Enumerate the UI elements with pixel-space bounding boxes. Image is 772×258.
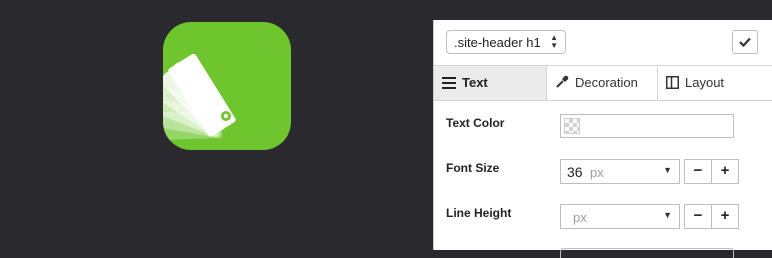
text-color-field[interactable] bbox=[560, 114, 734, 138]
paint-swatch-fan-icon bbox=[163, 53, 236, 141]
line-height-unit: px bbox=[573, 210, 587, 225]
line-height-increment-button[interactable]: + bbox=[711, 204, 739, 229]
font-size-label: Font Size bbox=[446, 161, 500, 175]
tab-text-label: Text bbox=[462, 75, 488, 90]
text-color-label: Text Color bbox=[446, 116, 505, 130]
eyedropper-icon bbox=[556, 75, 569, 88]
selector-dropdown[interactable]: .site-header h1 ▲ ▼ bbox=[446, 30, 566, 54]
chevron-down-icon: ▼ bbox=[663, 210, 672, 220]
checkmark-icon bbox=[739, 37, 751, 47]
font-size-decrement-button[interactable]: − bbox=[684, 159, 712, 184]
font-size-unit: px bbox=[590, 165, 604, 180]
font-size-value: 36 bbox=[567, 164, 583, 180]
tab-text[interactable]: Text bbox=[434, 66, 546, 100]
line-height-select[interactable]: px ▼ bbox=[560, 204, 680, 229]
selector-value: .site-header h1 bbox=[454, 35, 541, 50]
line-height-label: Line Height bbox=[446, 206, 512, 220]
tab-layout[interactable]: Layout bbox=[658, 66, 772, 100]
chevron-down-icon: ▼ bbox=[663, 165, 672, 175]
font-size-select[interactable]: 36 px ▼ bbox=[560, 159, 680, 184]
swatch-app-icon[interactable] bbox=[163, 22, 291, 150]
panel-toolbar: .site-header h1 ▲ ▼ bbox=[434, 20, 772, 65]
tab-decoration[interactable]: Decoration bbox=[547, 66, 657, 100]
tab-bar: Text Decoration Layout bbox=[434, 65, 772, 101]
tab-decoration-label: Decoration bbox=[575, 75, 638, 90]
line-height-decrement-button[interactable]: − bbox=[684, 204, 712, 229]
tab-layout-label: Layout bbox=[685, 75, 725, 90]
text-align-icon bbox=[442, 77, 456, 89]
layout-columns-icon bbox=[666, 76, 679, 89]
transparent-swatch-icon bbox=[564, 118, 580, 134]
confirm-button[interactable] bbox=[732, 30, 758, 54]
up-down-arrows-icon: ▲ ▼ bbox=[550, 33, 558, 50]
style-panel: .site-header h1 ▲ ▼ Text Decoration Layo… bbox=[433, 20, 772, 258]
font-size-increment-button[interactable]: + bbox=[711, 159, 739, 184]
